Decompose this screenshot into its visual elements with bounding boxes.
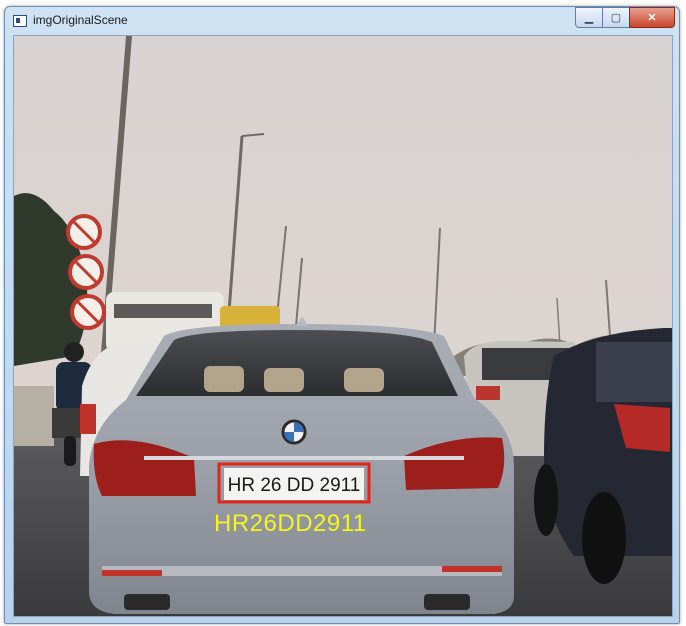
app-icon: [13, 15, 27, 27]
maximize-icon: ▢: [610, 12, 622, 24]
exhaust-right: [424, 594, 470, 610]
title-bar[interactable]: imgOriginalScene ▁ ▢ ✕: [5, 7, 679, 33]
recognized-plate-text: HR26DD2911: [214, 510, 367, 537]
image-window: imgOriginalScene ▁ ▢ ✕ HR 26 DD 2911 HR2…: [4, 6, 680, 624]
exhaust-left: [124, 594, 170, 610]
bmw-car: HR 26 DD 2911: [89, 316, 514, 614]
minimize-button[interactable]: ▁: [575, 7, 603, 28]
close-button[interactable]: ✕: [629, 7, 675, 28]
suv-wheel: [582, 492, 626, 584]
window-title: imgOriginalScene: [33, 13, 128, 27]
divider-barrier: [14, 386, 54, 446]
maximize-button[interactable]: ▢: [602, 7, 630, 28]
no-entry-signs: [66, 214, 106, 330]
minimize-icon: ▁: [584, 12, 594, 24]
plate-number-text: HR 26 DD 2911: [228, 475, 361, 496]
window-controls: ▁ ▢ ✕: [575, 7, 675, 28]
image-canvas: HR 26 DD 2911 HR26DD2911: [13, 35, 673, 617]
close-icon: ✕: [647, 12, 657, 24]
